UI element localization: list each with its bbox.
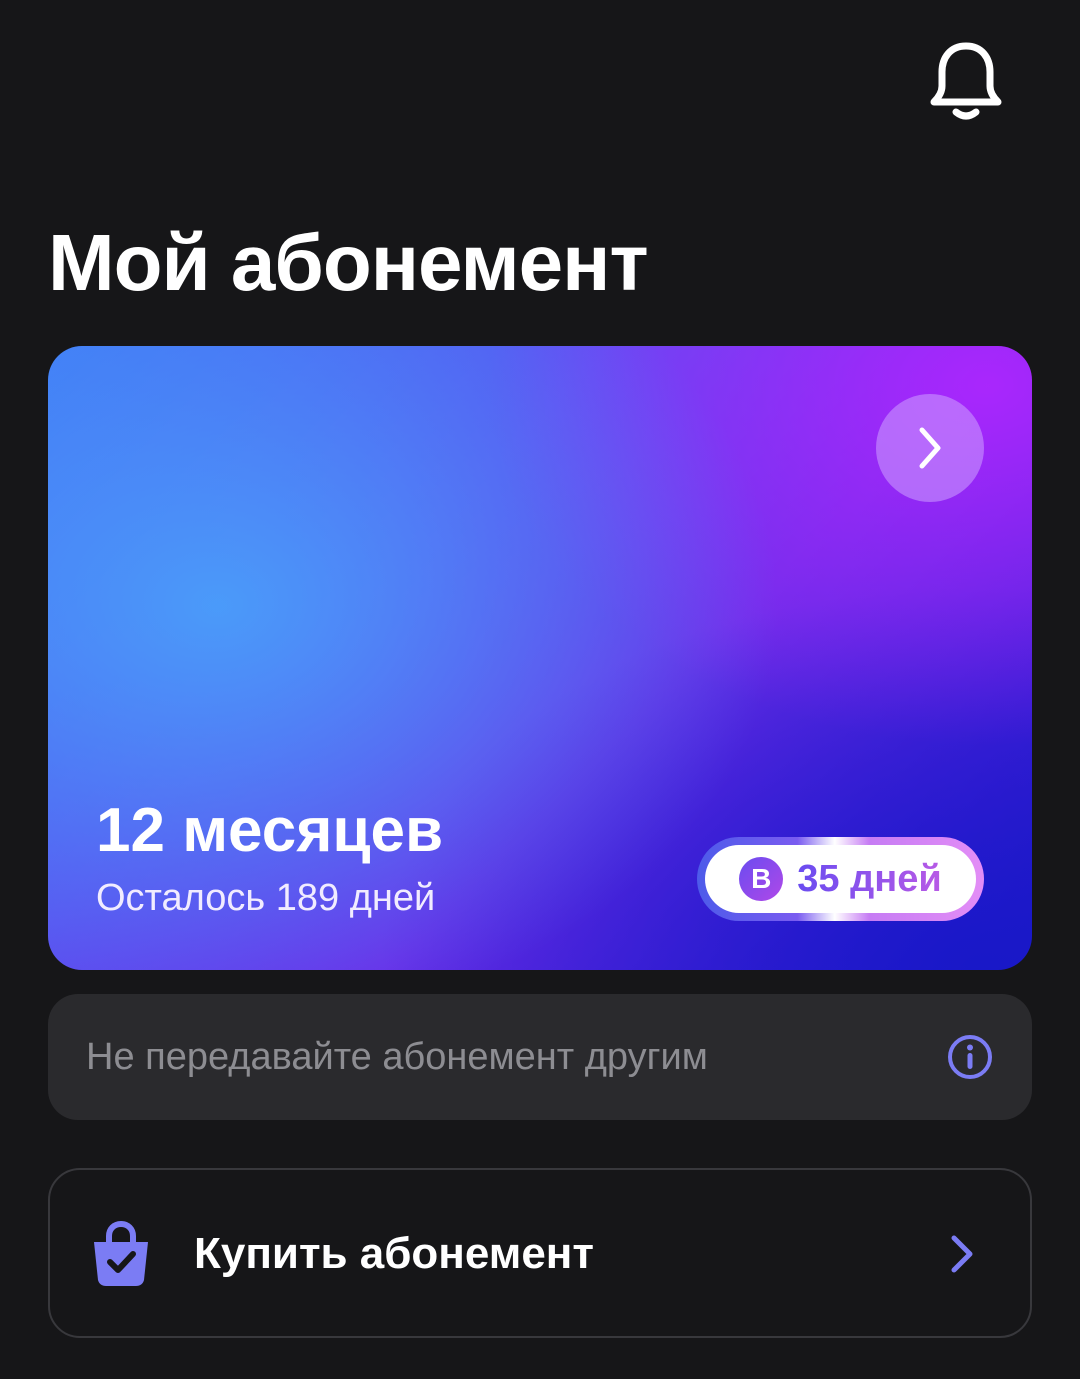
- bonus-badge-inner: B 35 дней: [705, 845, 976, 913]
- chevron-right-icon: [951, 1235, 973, 1273]
- bonus-coin-icon: B: [739, 857, 784, 901]
- page-title: Мой абонемент: [48, 218, 649, 307]
- notice-banner: Не передавайте абонемент другим: [48, 994, 1032, 1120]
- buy-subscription-button[interactable]: Купить абонемент: [48, 1168, 1032, 1338]
- chevron-right-icon: [919, 427, 941, 469]
- notice-text: Не передавайте абонемент другим: [86, 1035, 708, 1078]
- shopping-bag-check-icon: [94, 1220, 148, 1286]
- bonus-days-label: 35 дней: [797, 857, 942, 900]
- bell-icon[interactable]: [928, 40, 1004, 120]
- buy-subscription-label: Купить абонемент: [194, 1229, 594, 1278]
- subscription-card[interactable]: 12 месяцев Осталось 189 дней B 35 дней: [48, 346, 1032, 970]
- plan-remaining-days: Осталось 189 дней: [96, 877, 436, 919]
- info-icon[interactable]: [946, 1033, 994, 1081]
- card-open-button[interactable]: [876, 394, 984, 502]
- bonus-days-badge[interactable]: B 35 дней: [697, 837, 984, 921]
- plan-name: 12 месяцев: [96, 796, 444, 865]
